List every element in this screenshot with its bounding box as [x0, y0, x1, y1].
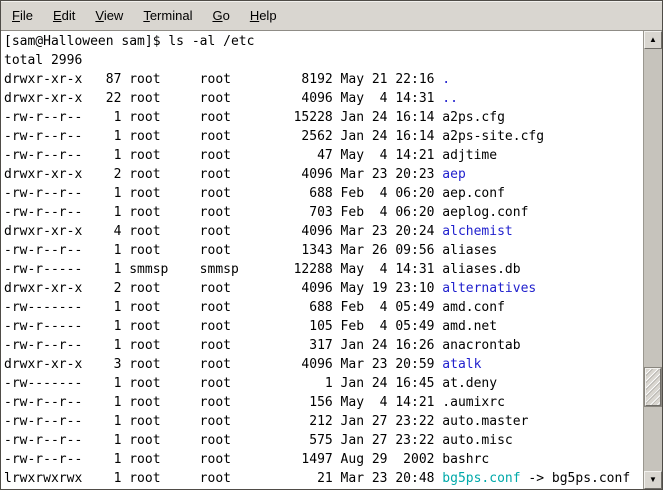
terminal-line: -rw-r--r-- 1 root root 1343 Mar 26 09:56… [4, 241, 643, 260]
terminal-line: drwxr-xr-x 2 root root 4096 May 19 23:10… [4, 279, 643, 298]
menu-bar: FileEditViewTerminalGoHelp [1, 1, 662, 31]
terminal-line: -rw-r--r-- 1 root root 703 Feb 4 06:20 a… [4, 203, 643, 222]
filename-file: a2ps-site.cfg [442, 129, 544, 144]
filename-dir: alchemist [442, 224, 512, 239]
filename-file: aliases.db [442, 262, 520, 277]
line-text: -rw-r----- 1 root root 105 Feb 4 05:49 [4, 319, 442, 334]
line-text: -rw-r--r-- 1 root root 575 Jan 27 23:22 [4, 433, 442, 448]
terminal-line: -rw-r--r-- 1 root root 156 May 4 14:21 .… [4, 393, 643, 412]
symlink-target: -> bg5ps.conf [521, 471, 631, 486]
terminal-area: [sam@Halloween sam]$ ls -al /etc total 29… [1, 31, 662, 489]
terminal-line: drwxr-xr-x 87 root root 8192 May 21 22:1… [4, 70, 643, 89]
filename-dir: alternatives [442, 281, 536, 296]
line-text: drwxr-xr-x 22 root root 4096 May 4 14:31 [4, 91, 442, 106]
line-text: -rw-r--r-- 1 root root 703 Feb 4 06:20 [4, 205, 442, 220]
filename-dir: .. [442, 91, 458, 106]
line-text: -rw------- 1 root root 688 Feb 4 05:49 [4, 300, 442, 315]
scroll-up-icon: ▲ [649, 36, 657, 44]
terminal-line: total 2996 [4, 51, 643, 70]
scrollbar-thumb[interactable] [645, 368, 661, 406]
filename-file: a2ps.cfg [442, 110, 505, 125]
line-text: -rw------- 1 root root 1 Jan 24 16:45 [4, 376, 442, 391]
filename-file: aeplog.conf [442, 205, 528, 220]
line-text: [sam@Halloween sam]$ ls -al /etc [4, 34, 254, 49]
scroll-down-button[interactable]: ▼ [644, 471, 662, 489]
scrollbar[interactable]: ▲ ▼ [643, 31, 662, 489]
terminal-window: FileEditViewTerminalGoHelp [sam@Hallowee… [0, 0, 663, 490]
terminal-line: -rw-r--r-- 1 root root 1497 Aug 29 2002 … [4, 450, 643, 469]
filename-dir: aep [442, 167, 465, 182]
line-text: -rw-r--r-- 1 root root 317 Jan 24 16:26 [4, 338, 442, 353]
terminal-line: -rw-r--r-- 1 root root 575 Jan 27 23:22 … [4, 431, 643, 450]
line-text: drwxr-xr-x 2 root root 4096 Mar 23 20:23 [4, 167, 442, 182]
terminal-line: -rw-r--r-- 1 root root 15228 Jan 24 16:1… [4, 108, 643, 127]
terminal-line: -rw-r----- 1 smmsp smmsp 12288 May 4 14:… [4, 260, 643, 279]
terminal-line: -rw-r----- 1 root root 105 Feb 4 05:49 a… [4, 317, 643, 336]
line-text: lrwxrwxrwx 1 root root 21 Mar 23 20:48 [4, 471, 442, 486]
line-text: -rw-r----- 1 smmsp smmsp 12288 May 4 14:… [4, 262, 442, 277]
filename-dir: . [442, 72, 450, 87]
line-text: -rw-r--r-- 1 root root 688 Feb 4 06:20 [4, 186, 442, 201]
terminal-line: drwxr-xr-x 4 root root 4096 Mar 23 20:24… [4, 222, 643, 241]
menu-item-help[interactable]: Help [240, 2, 287, 30]
filename-file: at.deny [442, 376, 497, 391]
scroll-down-icon: ▼ [649, 476, 657, 484]
line-text: -rw-r--r-- 1 root root 1497 Aug 29 2002 [4, 452, 442, 467]
filename-dir: atalk [442, 357, 481, 372]
line-text: -rw-r--r-- 1 root root 15228 Jan 24 16:1… [4, 110, 442, 125]
scrollbar-trough[interactable] [644, 49, 662, 471]
filename-file: amd.conf [442, 300, 505, 315]
line-text: -rw-r--r-- 1 root root 156 May 4 14:21 [4, 395, 442, 410]
filename-file: adjtime [442, 148, 497, 163]
filename-file: aliases [442, 243, 497, 258]
line-text: -rw-r--r-- 1 root root 2562 Jan 24 16:14 [4, 129, 442, 144]
terminal-line: -rw------- 1 root root 1 Jan 24 16:45 at… [4, 374, 643, 393]
menu-item-go[interactable]: Go [202, 2, 239, 30]
terminal-line: [sam@Halloween sam]$ ls -al /etc [4, 32, 643, 51]
line-text: -rw-r--r-- 1 root root 212 Jan 27 23:22 [4, 414, 442, 429]
line-text: -rw-r--r-- 1 root root 47 May 4 14:21 [4, 148, 442, 163]
filename-link: bg5ps.conf [442, 471, 520, 486]
filename-file: aep.conf [442, 186, 505, 201]
terminal-line: -rw------- 1 root root 688 Feb 4 05:49 a… [4, 298, 643, 317]
line-text: drwxr-xr-x 4 root root 4096 Mar 23 20:24 [4, 224, 442, 239]
filename-file: anacrontab [442, 338, 520, 353]
filename-file: auto.master [442, 414, 528, 429]
line-text: drwxr-xr-x 3 root root 4096 Mar 23 20:59 [4, 357, 442, 372]
terminal-line: -rw-r--r-- 1 root root 47 May 4 14:21 ad… [4, 146, 643, 165]
menu-item-view[interactable]: View [85, 2, 133, 30]
scroll-up-button[interactable]: ▲ [644, 31, 662, 49]
line-text: total 2996 [4, 53, 82, 68]
terminal-line: lrwxrwxrwx 1 root root 21 Mar 23 20:48 b… [4, 469, 643, 488]
menu-item-edit[interactable]: Edit [43, 2, 85, 30]
terminal-line: -rw-r--r-- 1 root root 688 Feb 4 06:20 a… [4, 184, 643, 203]
terminal-line: drwxr-xr-x 22 root root 4096 May 4 14:31… [4, 89, 643, 108]
menu-item-file[interactable]: File [2, 2, 43, 30]
filename-file: bashrc [442, 452, 489, 467]
line-text: drwxr-xr-x 2 root root 4096 May 19 23:10 [4, 281, 442, 296]
filename-file: .aumixrc [442, 395, 505, 410]
terminal-line: drwxr-xr-x 3 root root 4096 Mar 23 20:59… [4, 355, 643, 374]
terminal-line: -rw-r--r-- 1 root root 2562 Jan 24 16:14… [4, 127, 643, 146]
filename-file: auto.misc [442, 433, 512, 448]
line-text: drwxr-xr-x 87 root root 8192 May 21 22:1… [4, 72, 442, 87]
line-text: -rw-r--r-- 1 root root 1343 Mar 26 09:56 [4, 243, 442, 258]
terminal-line: -rw-r--r-- 1 root root 317 Jan 24 16:26 … [4, 336, 643, 355]
menu-item-terminal[interactable]: Terminal [133, 2, 202, 30]
terminal-output[interactable]: [sam@Halloween sam]$ ls -al /etc total 29… [1, 31, 643, 489]
terminal-line: -rw-r--r-- 1 root root 212 Jan 27 23:22 … [4, 412, 643, 431]
filename-file: amd.net [442, 319, 497, 334]
terminal-line: drwxr-xr-x 2 root root 4096 Mar 23 20:23… [4, 165, 643, 184]
